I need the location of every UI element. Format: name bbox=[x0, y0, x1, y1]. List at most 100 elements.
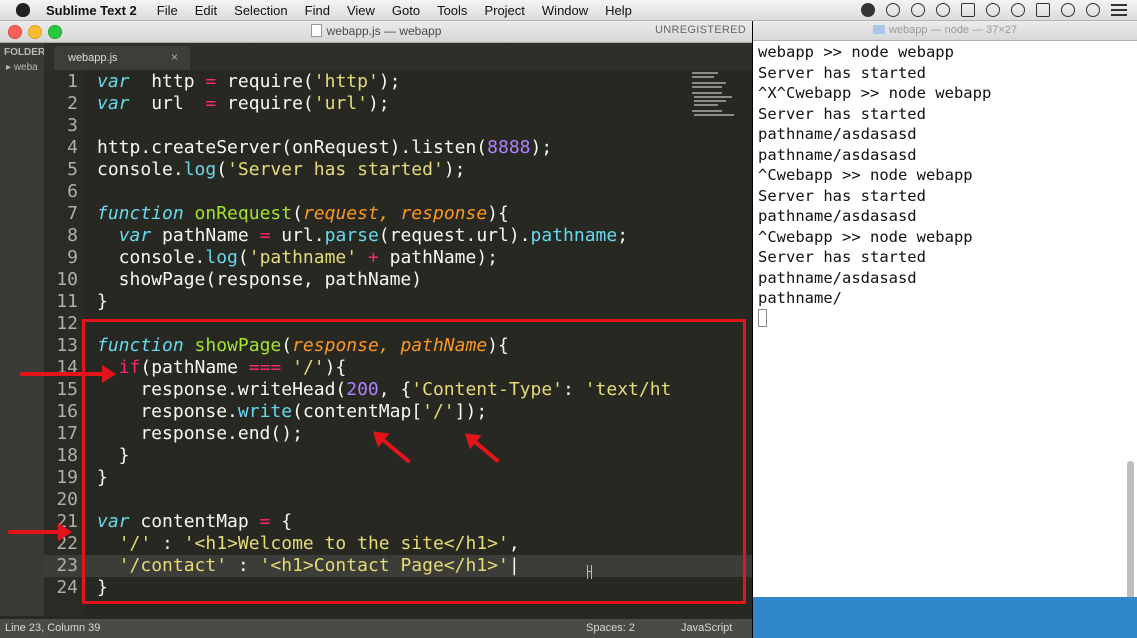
indentation-setting[interactable]: Spaces: 2 bbox=[586, 622, 635, 634]
file-icon bbox=[310, 24, 322, 37]
code-token: url. bbox=[270, 225, 325, 246]
line-number: 13 bbox=[56, 335, 78, 356]
code-token: var bbox=[118, 225, 152, 246]
terminal-line: pathname/asdasasd bbox=[758, 268, 917, 287]
code-text: console.log('pathname' + pathName); bbox=[97, 247, 498, 269]
code-token: log bbox=[205, 247, 238, 268]
code-token: ( bbox=[292, 203, 303, 224]
code-token: require( bbox=[216, 93, 314, 114]
line-number: 12 bbox=[56, 313, 78, 334]
line-number: 10 bbox=[56, 269, 78, 290]
menu-file[interactable]: File bbox=[157, 3, 178, 18]
arrow-annotation-if bbox=[20, 365, 116, 383]
terminal-line: pathname/asdasasd bbox=[758, 125, 917, 143]
code-line[interactable]: 3 bbox=[44, 115, 752, 137]
code-token: require( bbox=[216, 71, 314, 92]
status-icons bbox=[861, 3, 1127, 17]
terminal-output[interactable]: webapp >> node webapp Server has started ^… bbox=[758, 42, 1118, 309]
line-number: 19 bbox=[56, 467, 78, 488]
code-token: = bbox=[259, 225, 271, 246]
menu-tools[interactable]: Tools bbox=[437, 3, 467, 18]
code-line[interactable]: 11} bbox=[44, 291, 752, 313]
clock-icon[interactable] bbox=[1061, 3, 1075, 17]
apple-icon[interactable] bbox=[16, 3, 30, 17]
code-text: } bbox=[97, 291, 108, 313]
editor-window-title: webapp.js — webapp bbox=[0, 24, 752, 38]
drive-icon[interactable] bbox=[861, 3, 875, 17]
code-token: ); bbox=[378, 71, 401, 92]
code-line[interactable]: 8 var pathName = url.parse(request.url).… bbox=[44, 225, 752, 247]
code-token: pathname bbox=[530, 225, 618, 246]
editor-titlebar: webapp.js — webapp UNREGISTERED bbox=[0, 21, 752, 43]
menu-edit[interactable]: Edit bbox=[195, 3, 217, 18]
menu-find[interactable]: Find bbox=[305, 3, 330, 18]
menu-window[interactable]: Window bbox=[542, 3, 588, 18]
code-line[interactable]: 1 var http = require('http'); bbox=[44, 71, 752, 93]
creative-cloud-icon[interactable] bbox=[911, 3, 925, 17]
syntax-selector[interactable]: JavaScript bbox=[681, 622, 732, 634]
code-token: request, response bbox=[302, 203, 488, 224]
code-token: log bbox=[183, 159, 217, 180]
line-number: 8 bbox=[67, 225, 78, 246]
code-token: (request.url). bbox=[378, 225, 531, 246]
terminal-line: webapp >> node webapp bbox=[758, 43, 954, 61]
record-icon[interactable] bbox=[886, 3, 900, 17]
line-number: 15 bbox=[56, 379, 78, 400]
menu-project[interactable]: Project bbox=[484, 3, 524, 18]
airplay-icon[interactable] bbox=[961, 3, 975, 17]
battery-icon[interactable] bbox=[1036, 3, 1050, 17]
minimap[interactable] bbox=[690, 70, 740, 120]
code-line[interactable]: 2 var url = require('url'); bbox=[44, 93, 752, 115]
sync-icon[interactable] bbox=[936, 3, 950, 17]
terminal-scrollbar[interactable] bbox=[1127, 461, 1134, 613]
tab-webapp-js[interactable]: webapp.js × bbox=[54, 46, 190, 70]
app-menu[interactable]: Sublime Text 2 bbox=[46, 3, 137, 18]
code-text: var pathName = url.parse(request.url).pa… bbox=[97, 225, 628, 247]
code-token: onRequest bbox=[194, 203, 293, 224]
tab-bar: webapp.js × bbox=[44, 43, 752, 70]
code-token: http.createServer(onRequest).listen( bbox=[97, 137, 488, 158]
line-number: 6 bbox=[67, 181, 78, 202]
code-token: 'Server has started' bbox=[227, 159, 444, 180]
terminal-window: webapp — node — 37×27 webapp >> node web… bbox=[753, 21, 1137, 638]
wifi-icon[interactable] bbox=[1011, 3, 1025, 17]
code-token: url bbox=[129, 93, 206, 114]
code-line[interactable]: 4 http.createServer(onRequest).listen(888… bbox=[44, 137, 752, 159]
code-token: ( bbox=[237, 247, 249, 268]
terminal-line: Server has started bbox=[758, 104, 926, 123]
code-token: pathName bbox=[151, 225, 260, 246]
line-number: 2 bbox=[67, 93, 78, 114]
spotlight-search-icon[interactable] bbox=[1086, 3, 1100, 17]
menu-view[interactable]: View bbox=[347, 3, 375, 18]
code-line[interactable]: 6 bbox=[44, 181, 752, 203]
code-line[interactable]: 5 console.log('Server has started'); bbox=[44, 159, 752, 181]
time-machine-icon[interactable] bbox=[986, 3, 1000, 17]
code-line[interactable]: 7 function onRequest(request, response){ bbox=[44, 203, 752, 225]
menu-selection[interactable]: Selection bbox=[234, 3, 287, 18]
notification-center-icon[interactable] bbox=[1111, 4, 1127, 16]
code-token: } bbox=[97, 291, 108, 312]
code-text: showPage(response, pathName) bbox=[97, 269, 422, 291]
code-token: showPage(response, pathName) bbox=[97, 269, 423, 290]
terminal-title: webapp — node — 37×27 bbox=[888, 24, 1018, 36]
menu-bar: Sublime Text 2 File Edit Selection Find … bbox=[0, 0, 1137, 21]
code-token: 'url' bbox=[313, 93, 368, 114]
line-number: 1 bbox=[67, 71, 78, 92]
line-number: 4 bbox=[67, 137, 78, 158]
code-line[interactable]: 10 showPage(response, pathName) bbox=[44, 269, 752, 291]
line-number: 5 bbox=[67, 159, 78, 180]
tab-close-icon[interactable]: × bbox=[171, 50, 178, 64]
code-token: console. bbox=[97, 247, 206, 268]
terminal-line: pathname/ bbox=[758, 289, 842, 307]
terminal-line: Server has started bbox=[758, 186, 926, 205]
terminal-line: Server has started bbox=[758, 63, 926, 82]
code-token: 8888 bbox=[487, 137, 531, 158]
menu-help[interactable]: Help bbox=[605, 3, 632, 18]
cursor-position: Line 23, Column 39 bbox=[5, 622, 101, 634]
terminal-line: ^Cwebapp >> node webapp bbox=[758, 166, 973, 184]
menu-goto[interactable]: Goto bbox=[392, 3, 420, 18]
sidebar-item-webapp[interactable]: ▸ weba bbox=[6, 62, 38, 73]
line-number: 11 bbox=[56, 291, 78, 312]
unregistered-label: UNREGISTERED bbox=[655, 24, 746, 36]
code-line[interactable]: 9 console.log('pathname' + pathName); bbox=[44, 247, 752, 269]
